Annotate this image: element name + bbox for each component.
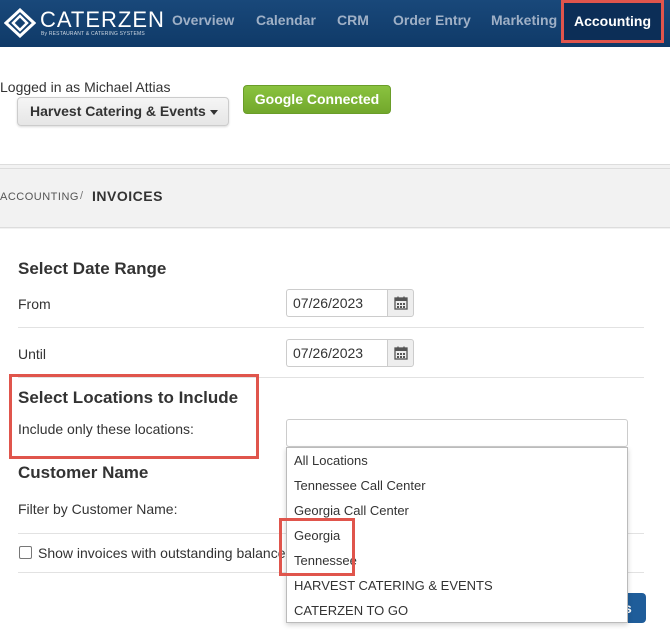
nav-item-crm[interactable]: CRM bbox=[337, 0, 369, 47]
nav-item-order-entry[interactable]: Order Entry bbox=[393, 0, 471, 47]
location-option-caterzen-to-go[interactable]: CATERZEN TO GO bbox=[294, 603, 408, 618]
company-select-button[interactable]: Harvest Catering & Events bbox=[17, 97, 229, 126]
customer-name-label: Filter by Customer Name: bbox=[18, 501, 178, 517]
breadcrumb-separator: / bbox=[80, 190, 84, 202]
outstanding-balance-label: Show invoices with outstanding balance bbox=[38, 545, 286, 561]
brand-subtitle: By RESTAURANT & CATERING SYSTEMS bbox=[41, 31, 145, 37]
from-label: From bbox=[18, 296, 51, 312]
locations-highlight bbox=[9, 374, 259, 459]
outstanding-balance-checkbox[interactable] bbox=[19, 546, 32, 559]
from-calendar-button[interactable] bbox=[387, 289, 414, 317]
georgia-tennessee-highlight bbox=[279, 518, 355, 576]
location-option-harvest-catering[interactable]: HARVEST CATERING & EVENTS bbox=[294, 578, 493, 593]
date-range-title: Select Date Range bbox=[18, 259, 167, 278]
breadcrumb-invoices: INVOICES bbox=[92, 188, 163, 204]
google-connected-button[interactable]: Google Connected bbox=[243, 85, 391, 114]
top-navigation: CATERZEN By RESTAURANT & CATERING SYSTEM… bbox=[0, 0, 670, 47]
brand-name: CATERZEN bbox=[40, 7, 165, 32]
location-option-tennessee-call-center[interactable]: Tennessee Call Center bbox=[294, 478, 426, 493]
caterzen-logo[interactable]: CATERZEN By RESTAURANT & CATERING SYSTEM… bbox=[4, 6, 164, 40]
nav-item-marketing[interactable]: Marketing bbox=[491, 0, 557, 47]
from-date-input[interactable] bbox=[286, 289, 388, 317]
caret-down-icon bbox=[209, 109, 218, 115]
calendar-icon bbox=[394, 346, 408, 360]
customer-name-title: Customer Name bbox=[18, 463, 149, 482]
company-name: Harvest Catering & Events bbox=[30, 103, 206, 119]
divider bbox=[0, 164, 670, 165]
logged-in-text: Logged in as Michael Attias bbox=[0, 79, 171, 95]
location-option-all[interactable]: All Locations bbox=[294, 453, 368, 468]
divider bbox=[0, 168, 670, 169]
caterzen-logo-icon bbox=[4, 8, 36, 38]
nav-item-accounting[interactable]: Accounting bbox=[561, 0, 664, 43]
until-date-input[interactable] bbox=[286, 339, 388, 367]
calendar-icon bbox=[394, 296, 408, 310]
divider bbox=[18, 327, 644, 328]
locations-input[interactable] bbox=[286, 419, 628, 447]
until-label: Until bbox=[18, 346, 47, 362]
location-option-georgia-call-center[interactable]: Georgia Call Center bbox=[294, 503, 409, 518]
until-calendar-button[interactable] bbox=[387, 339, 414, 367]
nav-item-calendar[interactable]: Calendar bbox=[256, 0, 316, 47]
nav-item-overview[interactable]: Overview bbox=[172, 0, 234, 47]
breadcrumb-accounting[interactable]: ACCOUNTING bbox=[0, 191, 79, 203]
